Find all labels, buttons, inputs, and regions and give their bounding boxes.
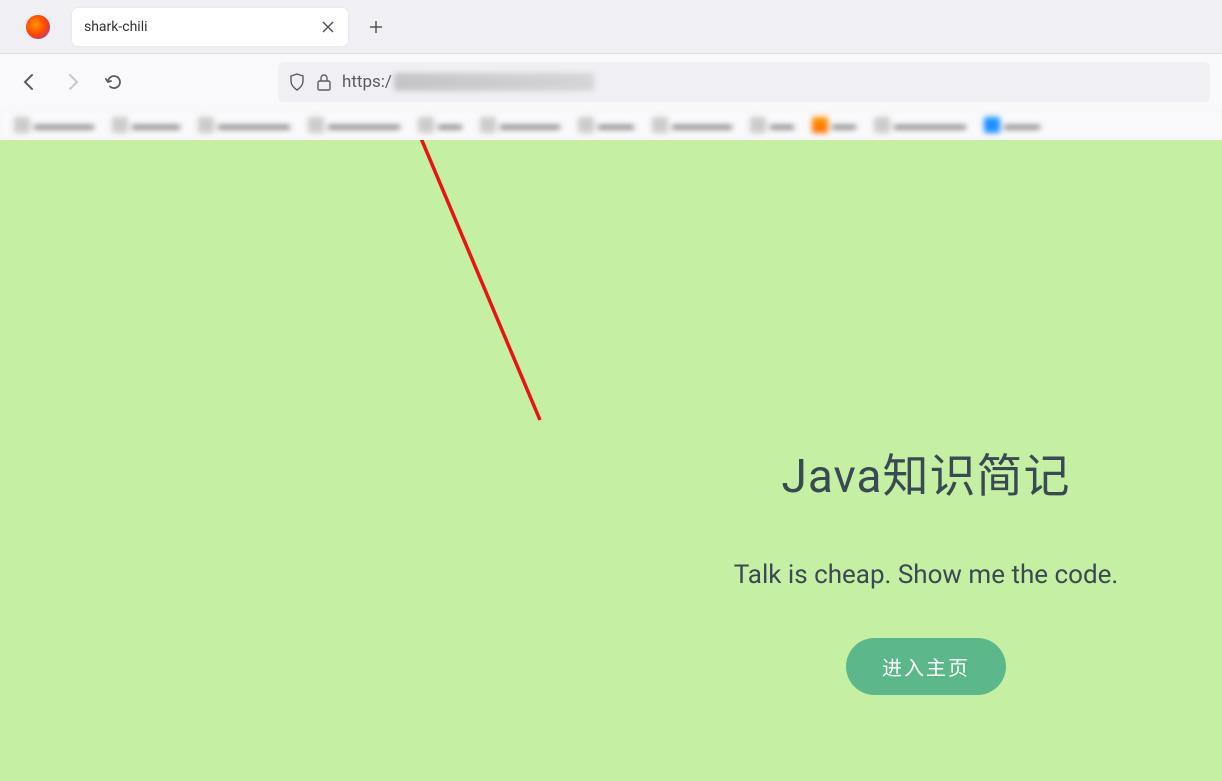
bookmark-item[interactable]: ▬▬	[812, 117, 856, 133]
bookmark-item[interactable]: ▬▬▬	[578, 117, 634, 133]
forward-button[interactable]	[54, 64, 90, 100]
plus-icon	[369, 20, 383, 34]
tab-title: shark-chili	[84, 19, 320, 35]
bookmark-item[interactable]: ▬▬	[750, 117, 794, 133]
arrow-left-icon	[21, 73, 39, 91]
address-bar[interactable]: https:/	[278, 62, 1210, 102]
back-button[interactable]	[12, 64, 48, 100]
shield-icon	[288, 73, 306, 91]
url-text: https:/	[342, 72, 594, 92]
enter-homepage-button[interactable]: 进入主页	[846, 638, 1006, 695]
bookmark-item[interactable]: ▬▬▬▬▬▬	[874, 117, 966, 133]
bookmark-item[interactable]: ▬▬▬▬▬▬	[308, 117, 400, 133]
close-tab-button[interactable]	[320, 19, 336, 35]
bookmark-item[interactable]: ▬▬	[418, 117, 462, 133]
bookmark-item[interactable]: ▬▬▬▬▬	[480, 117, 560, 133]
lock-icon	[316, 73, 332, 91]
hero-section: Java知识简记 Talk is cheap. Show me the code…	[686, 440, 1166, 695]
page-content: Java知识简记 Talk is cheap. Show me the code…	[0, 140, 1222, 781]
firefox-logo-icon	[26, 15, 50, 39]
bookmark-item[interactable]: ▬▬▬	[984, 117, 1040, 133]
browser-tab[interactable]: shark-chili	[72, 8, 348, 46]
url-redacted	[394, 73, 594, 91]
bookmark-item[interactable]: ▬▬▬▬▬▬	[198, 117, 290, 133]
annotation-arrow-icon	[390, 140, 590, 490]
tab-bar: shark-chili	[0, 0, 1222, 54]
bookmark-item[interactable]: ▬▬▬▬▬	[14, 117, 94, 133]
bookmark-item[interactable]: ▬▬▬▬	[112, 117, 180, 133]
arrow-right-icon	[63, 73, 81, 91]
nav-bar: https:/	[0, 54, 1222, 110]
reload-icon	[105, 73, 123, 91]
page-title: Java知识简记	[686, 440, 1166, 506]
reload-button[interactable]	[96, 64, 132, 100]
new-tab-button[interactable]	[360, 11, 392, 43]
bookmarks-bar: ▬▬▬▬▬ ▬▬▬▬ ▬▬▬▬▬▬ ▬▬▬▬▬▬ ▬▬ ▬▬▬▬▬ ▬▬▬ ▬▬…	[0, 110, 1222, 140]
page-subtitle: Talk is cheap. Show me the code.	[686, 560, 1166, 590]
close-icon	[322, 21, 334, 33]
bookmark-item[interactable]: ▬▬▬▬▬	[652, 117, 732, 133]
